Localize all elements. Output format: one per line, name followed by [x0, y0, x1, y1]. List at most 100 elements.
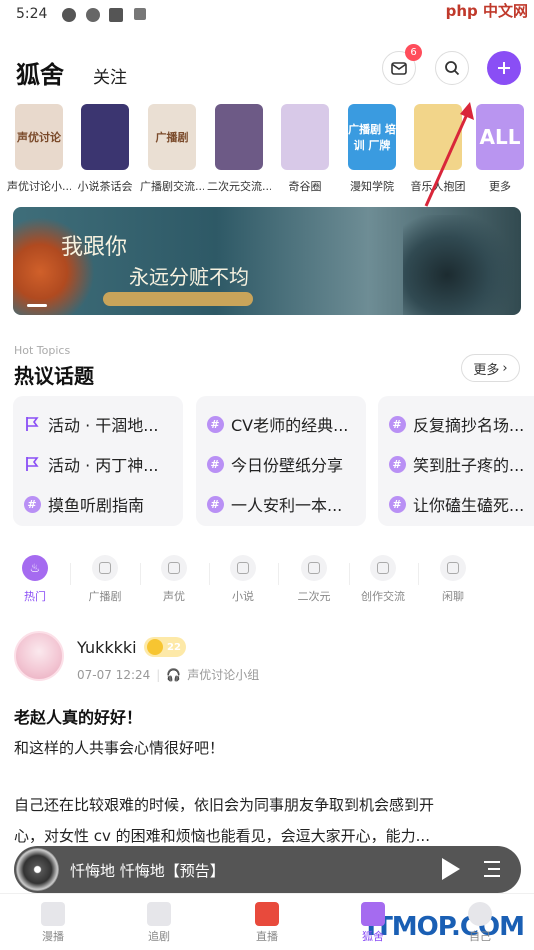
- search-icon: [445, 61, 460, 76]
- tab-label: 自己: [469, 930, 491, 943]
- flag-icon: [23, 455, 41, 473]
- topic-item[interactable]: # 反复摘抄名场...: [388, 404, 534, 444]
- category-tab[interactable]: 创作交流: [350, 555, 416, 604]
- category-tab[interactable]: 二次元: [281, 555, 347, 604]
- chevron-right-icon: ›: [502, 360, 508, 376]
- watermark: php 中文网: [445, 2, 528, 20]
- banner-tag: [103, 292, 253, 306]
- category-tab[interactable]: 小说: [210, 555, 276, 604]
- more-topics-button[interactable]: 更多 ›: [461, 354, 520, 382]
- hash-icon: #: [388, 495, 406, 513]
- circle-label: 奇谷圈: [288, 180, 322, 193]
- post-username[interactable]: Yukkkki: [77, 638, 137, 657]
- hash-icon: #: [206, 495, 224, 513]
- coffee-icon: [440, 555, 466, 581]
- disc-icon: [301, 555, 327, 581]
- post-time: 07-07 12:24: [77, 667, 151, 682]
- topic-item[interactable]: 活动 · 干涸地...: [23, 404, 173, 444]
- category-tab[interactable]: 声优: [141, 555, 207, 604]
- tab-0[interactable]: 漫播: [18, 902, 88, 944]
- tab-3[interactable]: 狐舍: [338, 902, 408, 944]
- category-label: 二次元: [297, 590, 331, 603]
- category-label: 闲聊: [442, 590, 464, 603]
- topic-item[interactable]: # CV老师的经典...: [206, 404, 356, 444]
- topic-item[interactable]: 活动 · 丙丁神...: [23, 444, 173, 484]
- post-group[interactable]: 声优讨论小组: [187, 666, 259, 683]
- circle-thumbnail: 广播剧: [148, 104, 196, 170]
- banner-leaves: [13, 207, 103, 315]
- mic-icon: [161, 555, 187, 581]
- circle-thumbnail: [281, 104, 329, 170]
- category-tab[interactable]: ♨ 热门: [2, 555, 68, 604]
- radio-icon: [92, 555, 118, 581]
- mail-icon: [391, 61, 407, 75]
- play-icon[interactable]: [442, 858, 460, 880]
- topic-item[interactable]: # 笑到肚子疼的...: [388, 444, 534, 484]
- carousel-indicator: [27, 304, 47, 307]
- manbo-icon: [41, 902, 65, 926]
- level-badge: 22: [144, 637, 186, 657]
- circle-label: 广播剧交流...: [140, 180, 204, 193]
- post-text-line: 心，对女性 cv 的困难和烦恼也能看见，会逗大家开心，能力...: [14, 827, 430, 845]
- circle-item[interactable]: 广播剧广播剧交流...: [140, 104, 204, 194]
- fox-icon: [361, 902, 385, 926]
- flag-icon: [23, 415, 41, 433]
- plus-icon: [498, 62, 510, 74]
- circle-item[interactable]: 广播剧 培训 厂牌 漫知学院: [340, 104, 404, 194]
- topic-item[interactable]: # 让你磕生磕死...: [388, 484, 534, 524]
- record-disc-icon[interactable]: [16, 848, 59, 891]
- topic-text: 反复摘抄名场...: [413, 416, 525, 435]
- circle-item[interactable]: 奇谷圈: [273, 104, 337, 194]
- status-bar: 5:24 php 中文网: [0, 0, 534, 30]
- category-label: 小说: [232, 590, 254, 603]
- topic-item[interactable]: # 一人安利一本...: [206, 484, 356, 524]
- circle-item[interactable]: 小说茶话会: [73, 104, 137, 194]
- tab-1[interactable]: 追剧: [124, 902, 194, 944]
- search-button[interactable]: [435, 51, 469, 85]
- banner-carousel[interactable]: 我跟你 永远分赃不均: [13, 207, 521, 315]
- category-tab[interactable]: 闲聊: [420, 555, 486, 604]
- topic-item[interactable]: # 今日份壁纸分享: [206, 444, 356, 484]
- tab-label: 直播: [256, 930, 278, 943]
- status-time: 5:24: [16, 6, 48, 22]
- tab-4[interactable]: 自己: [445, 902, 515, 944]
- topic-text: 摸鱼听剧指南: [48, 496, 145, 515]
- cat-icon: [62, 8, 76, 22]
- topic-item[interactable]: # 摸鱼听剧指南: [23, 484, 173, 524]
- hash-icon: #: [206, 415, 224, 433]
- tab-label: 漫播: [42, 930, 64, 943]
- category-tab[interactable]: 广播剧: [72, 555, 138, 604]
- headphone-icon: 🎧: [166, 667, 182, 682]
- category-label: 创作交流: [361, 590, 405, 603]
- tab-2[interactable]: 直播: [232, 902, 302, 944]
- annotation-arrow: [424, 102, 474, 207]
- divider: [418, 563, 419, 585]
- add-button[interactable]: [487, 51, 521, 85]
- topic-card: 活动 · 干涸地... 活动 · 丙丁神... # 摸鱼听剧指南: [13, 396, 183, 526]
- divider: [278, 563, 279, 585]
- bottom-tab-bar: ITMOP.COM 漫播 追剧 直播 狐舍 自己: [0, 893, 534, 950]
- topic-text: 笑到肚子疼的...: [413, 456, 525, 475]
- circle-label: 声优讨论小...: [7, 180, 71, 193]
- player-title[interactable]: 忏悔地 忏悔地【预告】: [70, 860, 225, 881]
- square-icon: [109, 8, 123, 22]
- post-title[interactable]: 老赵人真的好好！: [14, 704, 142, 728]
- circle-thumbnail: 声优讨论: [15, 104, 63, 170]
- playlist-icon[interactable]: [482, 860, 502, 878]
- mini-player[interactable]: 忏悔地 忏悔地【预告】: [14, 846, 521, 893]
- avatar[interactable]: [14, 631, 64, 681]
- mail-badge: 6: [405, 44, 422, 61]
- banner-title-2: 永远分赃不均: [129, 265, 249, 289]
- tab-follow[interactable]: 关注: [93, 63, 127, 88]
- topic-text: 活动 · 干涸地...: [48, 416, 159, 435]
- profile-icon: [468, 902, 492, 926]
- hash-icon: #: [388, 455, 406, 473]
- smile-icon: [147, 639, 163, 655]
- a-icon: [134, 8, 146, 20]
- hash-icon: #: [206, 455, 224, 473]
- topic-text: 一人安利一本...: [231, 496, 343, 515]
- circle-thumbnail: [81, 104, 129, 170]
- page-title[interactable]: 狐舍: [16, 55, 64, 90]
- circle-item[interactable]: 声优讨论声优讨论小...: [7, 104, 71, 194]
- circle-item[interactable]: 二次元交流...: [207, 104, 271, 194]
